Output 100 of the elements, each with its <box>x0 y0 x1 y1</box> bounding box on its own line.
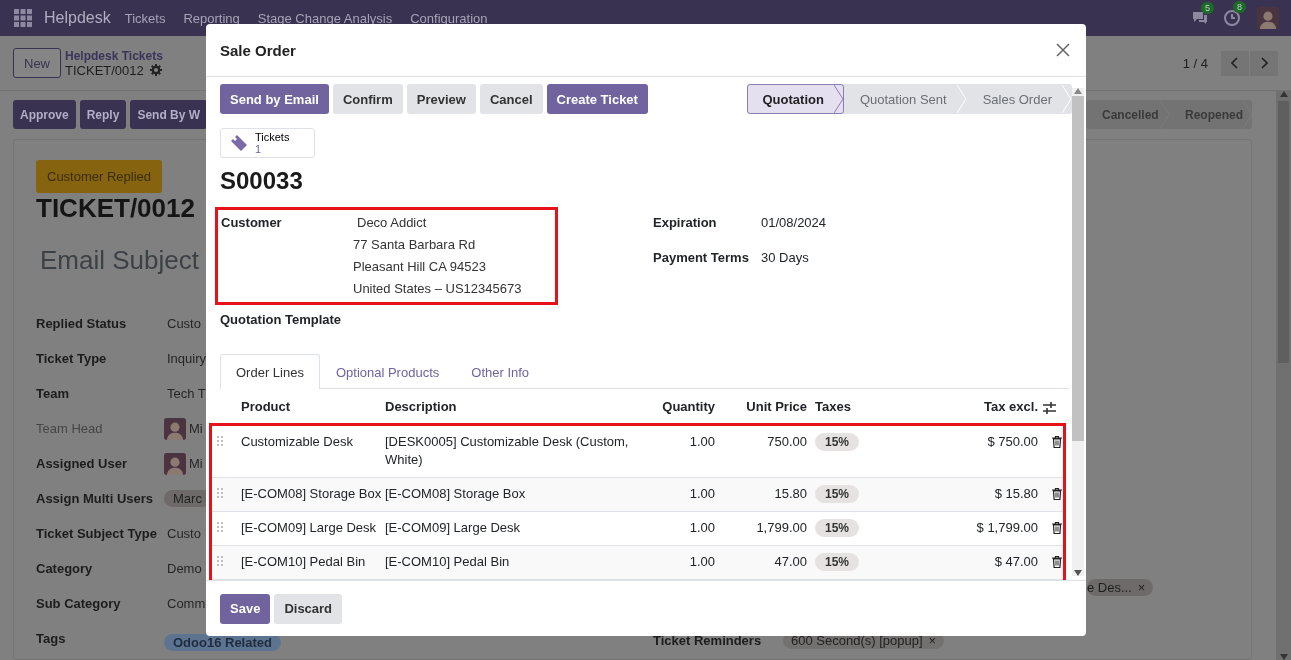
action-button[interactable]: Create Ticket <box>546 84 648 114</box>
drag-handle-icon[interactable] <box>217 522 223 532</box>
customer-name[interactable]: Deco Addict <box>357 214 522 232</box>
field-value[interactable]: Demo <box>164 561 202 576</box>
user-avatar-icon <box>164 417 186 440</box>
column-header: Product <box>241 398 292 414</box>
notification-badge: 5 <box>1201 2 1214 14</box>
scrollbar[interactable] <box>1072 88 1084 576</box>
tag-chip: Odoo16 Related <box>164 634 281 651</box>
save-button[interactable]: Save <box>220 593 271 624</box>
action-button[interactable]: Confirm <box>332 84 403 114</box>
action-button[interactable]: Reply <box>79 100 127 129</box>
scroll-down-icon[interactable] <box>1074 570 1082 576</box>
address-line: United States – US12345673 <box>353 280 522 298</box>
drag-handle-icon[interactable] <box>217 436 223 446</box>
ticket-icon <box>229 133 249 153</box>
table-cell-text: [E-COM10] Pedal Bin <box>241 553 367 571</box>
field-label: Quotation Template <box>220 312 342 327</box>
field-label: Expiration <box>653 214 718 232</box>
chevron-right-icon <box>1260 57 1268 69</box>
action-button[interactable]: Approve <box>13 100 76 129</box>
apps-menu-icon[interactable] <box>14 9 32 27</box>
gear-icon[interactable] <box>149 64 162 76</box>
scroll-down-icon[interactable] <box>1279 654 1288 660</box>
new-button[interactable]: New <box>13 48 61 78</box>
table-cell-text: [E-COM08] Storage Box <box>241 485 383 503</box>
tab[interactable]: Optional Products <box>319 354 456 389</box>
table-cell-text: Customizable Desk <box>241 433 354 451</box>
trash-icon[interactable] <box>1052 488 1062 500</box>
address-line: Pleasant Hill CA 94523 <box>353 258 487 276</box>
chat-icon[interactable] <box>1191 10 1209 26</box>
table-cell-text: 15.80 <box>773 485 807 503</box>
breadcrumb-link[interactable]: Helpdesk Tickets <box>65 48 163 63</box>
trash-icon[interactable] <box>1052 522 1062 534</box>
scrollbar[interactable] <box>1276 91 1291 660</box>
trash-icon[interactable] <box>1052 436 1062 448</box>
table-cell-text: 1.00 <box>688 485 715 503</box>
table-cell-text: 1,799.00 <box>755 519 807 537</box>
sliders-icon[interactable] <box>1043 401 1056 414</box>
tax-badge: 15% <box>815 485 860 503</box>
table-cell-text: 750.00 <box>766 433 807 451</box>
table-cell-text: 1.00 <box>688 553 715 571</box>
table-cell-text: $ 47.00 <box>993 553 1038 571</box>
field-value[interactable]: Tech T <box>164 386 206 401</box>
app-name[interactable]: Helpdesk <box>44 9 111 27</box>
menu-item[interactable]: Tickets <box>124 10 166 26</box>
field-label: Replied Status <box>36 316 128 331</box>
discard-button[interactable]: Discard <box>274 593 343 624</box>
field-value[interactable]: Mi <box>189 421 203 436</box>
address-line: 77 Santa Barbara Rd <box>353 236 477 254</box>
action-button[interactable]: Cancel <box>479 84 543 114</box>
previous-button[interactable] <box>1221 50 1249 76</box>
next-button[interactable] <box>1250 50 1278 76</box>
table-cell-text: [E-COM08] Storage Box <box>385 485 527 503</box>
field-value[interactable]: 01/08/2024 <box>761 214 827 232</box>
user-avatar-icon[interactable] <box>1257 7 1279 29</box>
column-header: Tax excl. <box>983 398 1038 414</box>
chevron-icon <box>1062 85 1071 113</box>
action-button[interactable]: Send by Email <box>220 84 329 114</box>
field-value[interactable]: Custo <box>164 316 201 331</box>
tax-badge: 15% <box>815 519 860 537</box>
menu-item[interactable]: Configuration <box>410 10 488 26</box>
field-label: Tags <box>36 631 67 646</box>
table-cell-text: [E-COM10] Pedal Bin <box>385 553 511 571</box>
close-icon <box>1056 43 1070 57</box>
table-cell-text: [E-COM09] Large Desk <box>241 519 378 537</box>
field-label: Team <box>36 386 70 401</box>
field-value[interactable]: Custo <box>164 526 201 541</box>
table-cell-text: 47.00 <box>773 553 807 571</box>
tab[interactable]: Other Info <box>455 354 546 389</box>
ticket-title: TICKET/0012 <box>36 193 195 223</box>
field-value[interactable]: Comm <box>164 596 206 611</box>
tax-badge: 15% <box>815 553 860 571</box>
scroll-up-icon[interactable] <box>1279 91 1288 97</box>
chevron-left-icon <box>1231 57 1239 69</box>
table-cell-text: [DESK0005] Customizable Desk (Custom, White) <box>385 433 630 469</box>
stage-button[interactable]: Quotation <box>746 84 844 114</box>
field-label: Sub Category <box>36 596 122 611</box>
tickets-smart-button[interactable]: Tickets 1 <box>220 128 315 158</box>
action-button[interactable]: Preview <box>406 84 476 114</box>
drag-handle-icon[interactable] <box>217 488 223 498</box>
drag-handle-icon[interactable] <box>217 556 223 566</box>
scroll-up-icon[interactable] <box>1074 88 1082 94</box>
tab[interactable]: Order Lines <box>220 354 320 389</box>
order-number: S00033 <box>220 166 304 196</box>
clock-icon[interactable] <box>1223 9 1241 27</box>
field-value[interactable]: 30 Days <box>761 249 809 267</box>
field-label: Ticket Type <box>36 351 108 366</box>
trash-icon[interactable] <box>1052 556 1062 568</box>
chevron-icon <box>956 85 966 113</box>
field-value[interactable]: Mi <box>189 456 203 471</box>
action-button[interactable]: Send By W <box>130 100 208 129</box>
stage-button[interactable]: Quotation Sent <box>843 84 967 114</box>
menu-item[interactable]: Reporting <box>183 10 240 26</box>
field-value[interactable]: Inquiry <box>164 351 207 366</box>
close-button[interactable] <box>1054 41 1072 59</box>
field-label: Ticket Subject Type <box>36 526 158 541</box>
user-avatar-icon <box>164 452 186 475</box>
stage-button[interactable]: Sales Order <box>966 84 1072 114</box>
field-label: Assigned User <box>36 456 129 471</box>
